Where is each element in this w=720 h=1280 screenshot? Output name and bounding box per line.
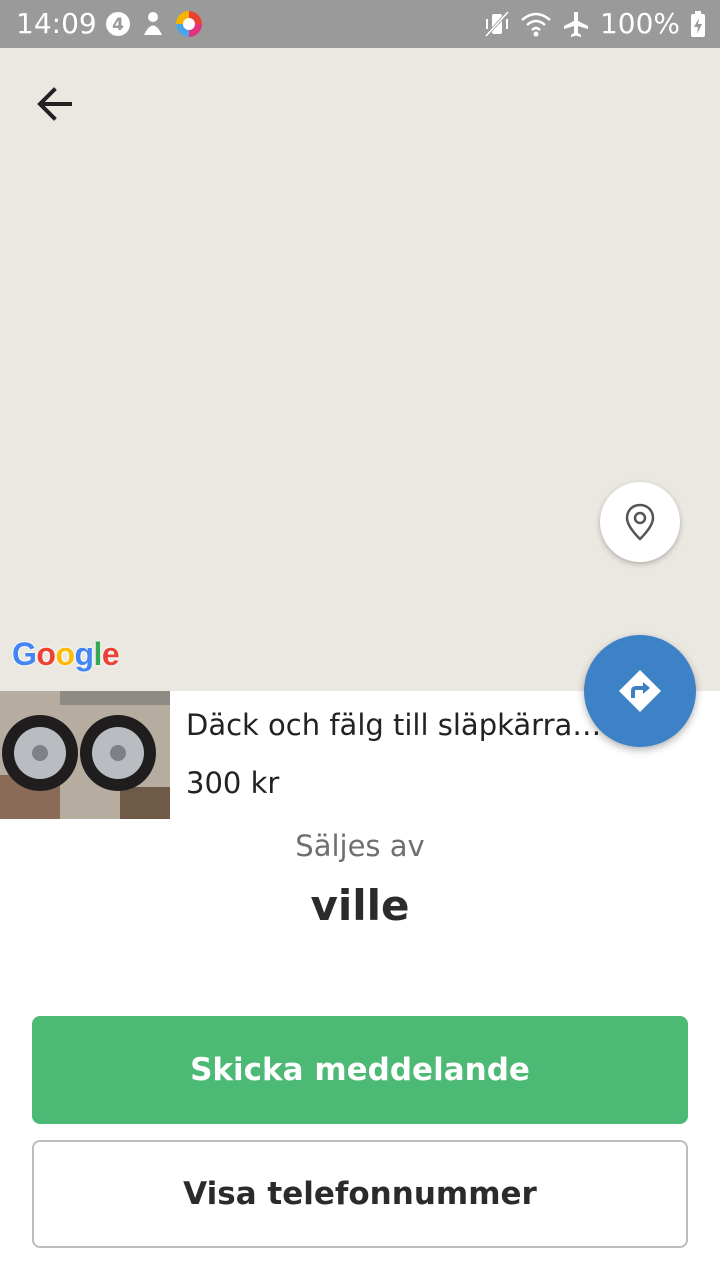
send-message-button[interactable]: Skicka meddelande	[32, 1016, 688, 1124]
directions-button[interactable]	[584, 635, 696, 747]
arrow-left-icon	[37, 87, 72, 121]
google-logo: Google	[12, 636, 120, 672]
battery-charging-icon	[690, 10, 706, 38]
battery-percent: 100%	[599, 7, 680, 40]
wifi-icon	[520, 10, 552, 38]
status-bar: 14:09 4 100%	[0, 0, 720, 48]
directions-icon	[619, 670, 661, 712]
seller-label: Säljes av	[295, 829, 425, 863]
listing-thumbnail	[0, 691, 170, 819]
back-button[interactable]	[30, 84, 82, 124]
status-time: 14:09	[16, 7, 97, 40]
seller-name: ville	[310, 881, 410, 930]
vibrate-icon	[484, 10, 510, 38]
status-left-icons: 4	[104, 8, 204, 40]
map-view[interactable]: Google	[0, 48, 720, 691]
show-phone-button[interactable]: Visa telefonnummer	[32, 1140, 688, 1248]
listing-title: Däck och fälg till släpkärra. 1...	[186, 708, 606, 742]
listing-price: 300 kr	[186, 766, 280, 800]
airplane-icon	[562, 10, 590, 38]
notification-4-icon: 4	[104, 10, 132, 38]
status-right-icons: 100%	[484, 7, 706, 41]
location-pin-button[interactable]	[600, 482, 680, 562]
svg-text:4: 4	[112, 15, 124, 35]
app-notification-icon	[140, 10, 166, 38]
browser-icon	[174, 9, 204, 39]
location-pin-icon	[625, 503, 655, 541]
